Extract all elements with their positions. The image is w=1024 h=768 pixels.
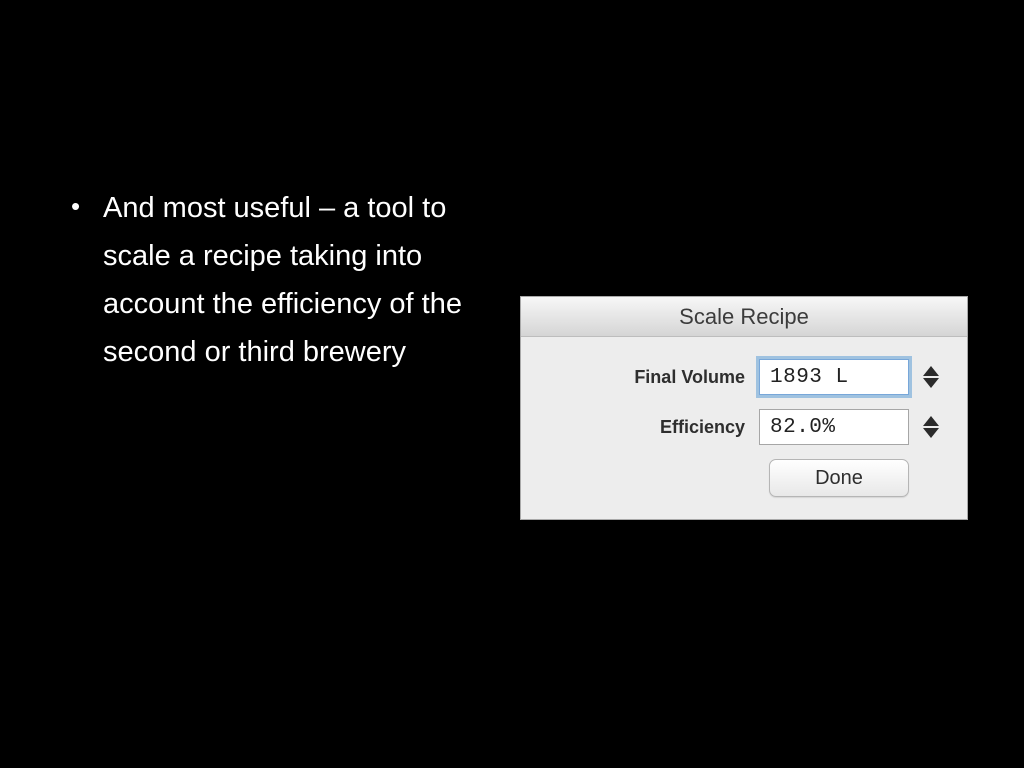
final-volume-row: Final Volume [545,359,943,395]
stepper-down-icon [923,428,939,438]
stepper-up-icon [923,416,939,426]
stepper-up-icon [923,366,939,376]
dialog-button-row: Done [545,459,943,497]
stepper-down-icon [923,378,939,388]
slide-bullet-list: And most useful – a tool to scale a reci… [65,185,515,376]
efficiency-input[interactable] [759,409,909,445]
final-volume-input[interactable] [759,359,909,395]
final-volume-stepper[interactable] [919,359,943,395]
dialog-title: Scale Recipe [521,297,967,337]
efficiency-stepper[interactable] [919,409,943,445]
final-volume-label: Final Volume [634,367,745,388]
done-button[interactable]: Done [769,459,909,497]
efficiency-label: Efficiency [660,417,745,438]
dialog-body: Final Volume Efficiency Done [521,337,967,519]
scale-recipe-dialog: Scale Recipe Final Volume Efficiency Don… [520,296,968,520]
slide-bullet-item: And most useful – a tool to scale a reci… [65,185,515,376]
efficiency-row: Efficiency [545,409,943,445]
